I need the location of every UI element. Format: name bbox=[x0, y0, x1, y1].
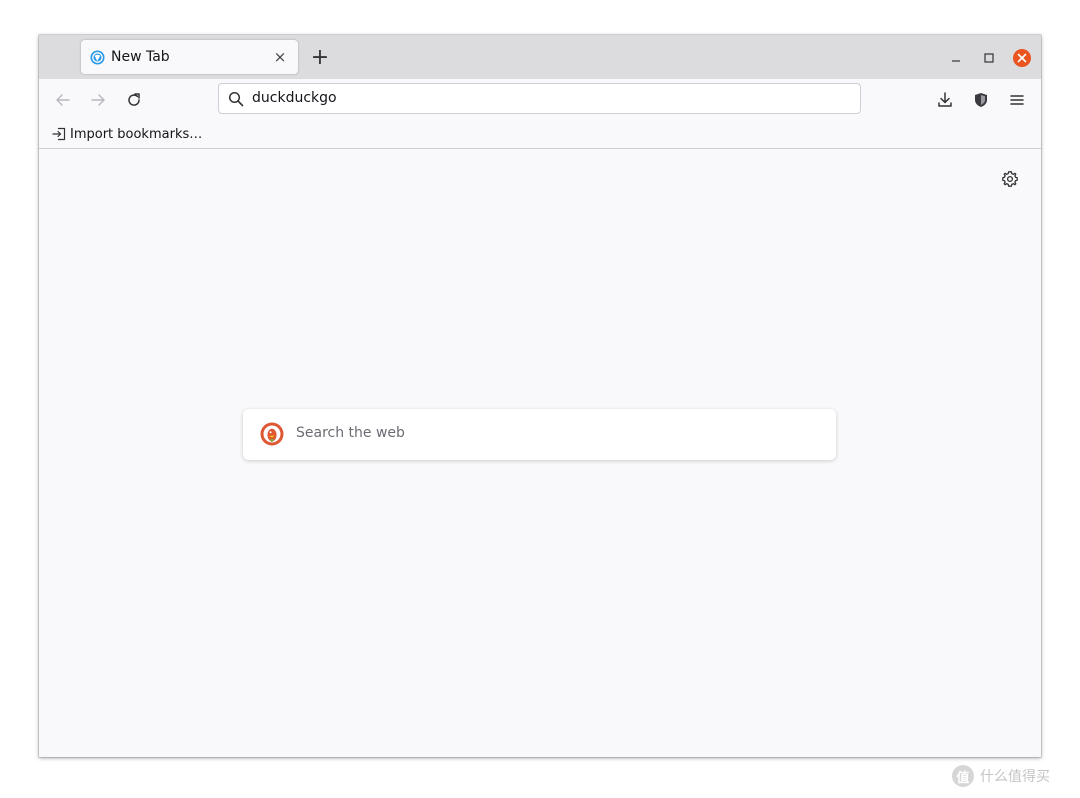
download-icon bbox=[938, 92, 952, 107]
search-icon bbox=[228, 91, 244, 107]
shield-icon bbox=[975, 93, 987, 107]
app-menu-button[interactable] bbox=[1006, 89, 1028, 111]
import-icon bbox=[52, 127, 66, 141]
maximize-button[interactable] bbox=[979, 48, 999, 68]
address-bar[interactable]: duckduckgo bbox=[218, 83, 861, 114]
reload-button[interactable] bbox=[123, 89, 145, 111]
tab-close-button[interactable]: × bbox=[270, 47, 290, 67]
gear-icon bbox=[1002, 171, 1018, 187]
browser-window: New Tab × + duckduckgo Import bookmarks…… bbox=[39, 35, 1041, 757]
minimize-button[interactable] bbox=[946, 48, 966, 68]
tab-new-tab[interactable]: New Tab × bbox=[81, 40, 298, 74]
close-window-button[interactable] bbox=[1012, 48, 1032, 68]
close-icon bbox=[1013, 49, 1031, 67]
tracking-protection-button[interactable] bbox=[970, 89, 992, 111]
tab-strip: New Tab × + bbox=[39, 35, 1041, 79]
reload-icon bbox=[128, 93, 140, 106]
import-bookmarks-label: Import bookmarks… bbox=[70, 126, 203, 142]
import-bookmarks-button[interactable]: Import bookmarks… bbox=[52, 124, 202, 144]
navigation-toolbar: duckduckgo bbox=[39, 79, 1041, 121]
downloads-button[interactable] bbox=[934, 89, 956, 111]
duckduckgo-logo bbox=[260, 422, 284, 446]
minimize-icon bbox=[952, 60, 960, 62]
hamburger-menu-icon bbox=[1010, 95, 1024, 105]
tab-title: New Tab bbox=[111, 49, 170, 65]
bookmarks-toolbar: Import bookmarks… bbox=[39, 121, 1041, 149]
arrow-right-icon bbox=[91, 94, 105, 106]
new-tab-button[interactable]: + bbox=[308, 46, 332, 70]
new-tab-page: Search the web bbox=[39, 149, 1041, 757]
forward-button[interactable] bbox=[87, 89, 109, 111]
maximize-icon bbox=[984, 53, 994, 63]
back-button[interactable] bbox=[52, 89, 74, 111]
firefox-globe-icon bbox=[90, 50, 105, 65]
watermark-text: 什么值得买 bbox=[980, 769, 1050, 785]
search-placeholder: Search the web bbox=[296, 425, 405, 441]
watermark: 值 什么值得买 bbox=[952, 764, 1050, 788]
web-search-box[interactable]: Search the web bbox=[243, 409, 836, 460]
newtab-settings-button[interactable] bbox=[1000, 169, 1020, 189]
address-bar-text[interactable]: duckduckgo bbox=[252, 90, 337, 106]
watermark-badge: 值 bbox=[952, 765, 974, 787]
arrow-left-icon bbox=[56, 94, 70, 106]
